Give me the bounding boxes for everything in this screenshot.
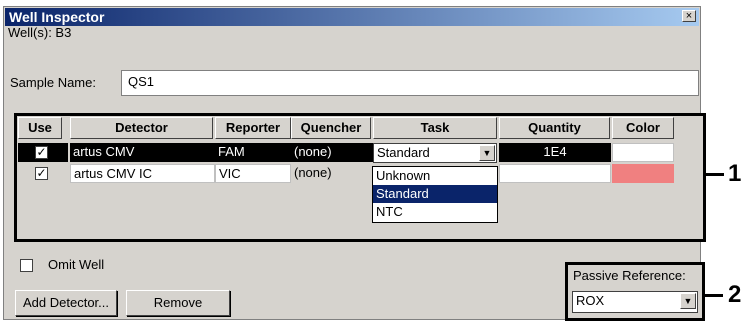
window-title: Well Inspector: [9, 9, 105, 25]
quantity-cell[interactable]: [499, 164, 611, 183]
column-header-quencher[interactable]: Quencher: [291, 117, 371, 139]
title-bar[interactable]: Well Inspector ×: [5, 8, 699, 26]
quencher-cell[interactable]: (none): [291, 164, 373, 183]
column-header-color[interactable]: Color: [612, 117, 674, 139]
column-header-quantity[interactable]: Quantity: [499, 117, 610, 139]
callout-line: [706, 173, 724, 176]
chevron-down-icon[interactable]: ▼: [479, 145, 495, 161]
reporter-cell[interactable]: VIC: [215, 164, 291, 183]
column-header-reporter[interactable]: Reporter: [215, 117, 291, 139]
use-checkbox[interactable]: ✓: [35, 146, 48, 159]
callout-line: [705, 294, 723, 297]
close-icon[interactable]: ×: [682, 10, 696, 22]
sample-name-label: Sample Name:: [10, 75, 96, 90]
remove-button[interactable]: Remove: [126, 290, 230, 316]
passive-reference-group: Passive Reference: ROX ▼: [565, 262, 705, 321]
sample-name-input[interactable]: QS1: [121, 70, 699, 96]
wells-label: Well(s): B3: [8, 25, 72, 40]
task-option-unknown[interactable]: Unknown: [373, 167, 497, 185]
task-select[interactable]: Standard ▼: [373, 143, 497, 163]
use-checkbox[interactable]: ✓: [35, 167, 48, 180]
callout-number: 1: [728, 160, 742, 187]
column-header-use[interactable]: Use: [18, 117, 62, 139]
task-option-ntc[interactable]: NTC: [373, 203, 497, 221]
detector-cell[interactable]: artus CMV: [70, 143, 215, 162]
chevron-down-icon[interactable]: ▼: [680, 293, 696, 309]
detector-cell[interactable]: artus CMV IC: [70, 164, 215, 183]
quantity-cell[interactable]: 1E4: [499, 143, 611, 162]
task-option-standard[interactable]: Standard: [373, 185, 497, 203]
add-detector-button[interactable]: Add Detector...: [15, 290, 117, 316]
omit-well-checkbox[interactable]: [20, 259, 33, 272]
passive-reference-select[interactable]: ROX ▼: [572, 291, 698, 313]
column-header-task[interactable]: Task: [373, 117, 497, 139]
passive-reference-value: ROX: [576, 293, 605, 308]
column-header-detector[interactable]: Detector: [70, 117, 213, 139]
task-dropdown-list: Unknown Standard NTC: [372, 166, 498, 223]
color-cell[interactable]: [612, 164, 674, 183]
callout-number: 2: [728, 281, 742, 308]
color-cell[interactable]: [612, 143, 674, 162]
reporter-cell[interactable]: FAM: [215, 143, 291, 162]
passive-reference-label: Passive Reference:: [573, 268, 686, 283]
quencher-cell[interactable]: (none): [291, 143, 373, 162]
omit-well-label: Omit Well: [48, 257, 105, 272]
task-select-value: Standard: [377, 145, 430, 160]
